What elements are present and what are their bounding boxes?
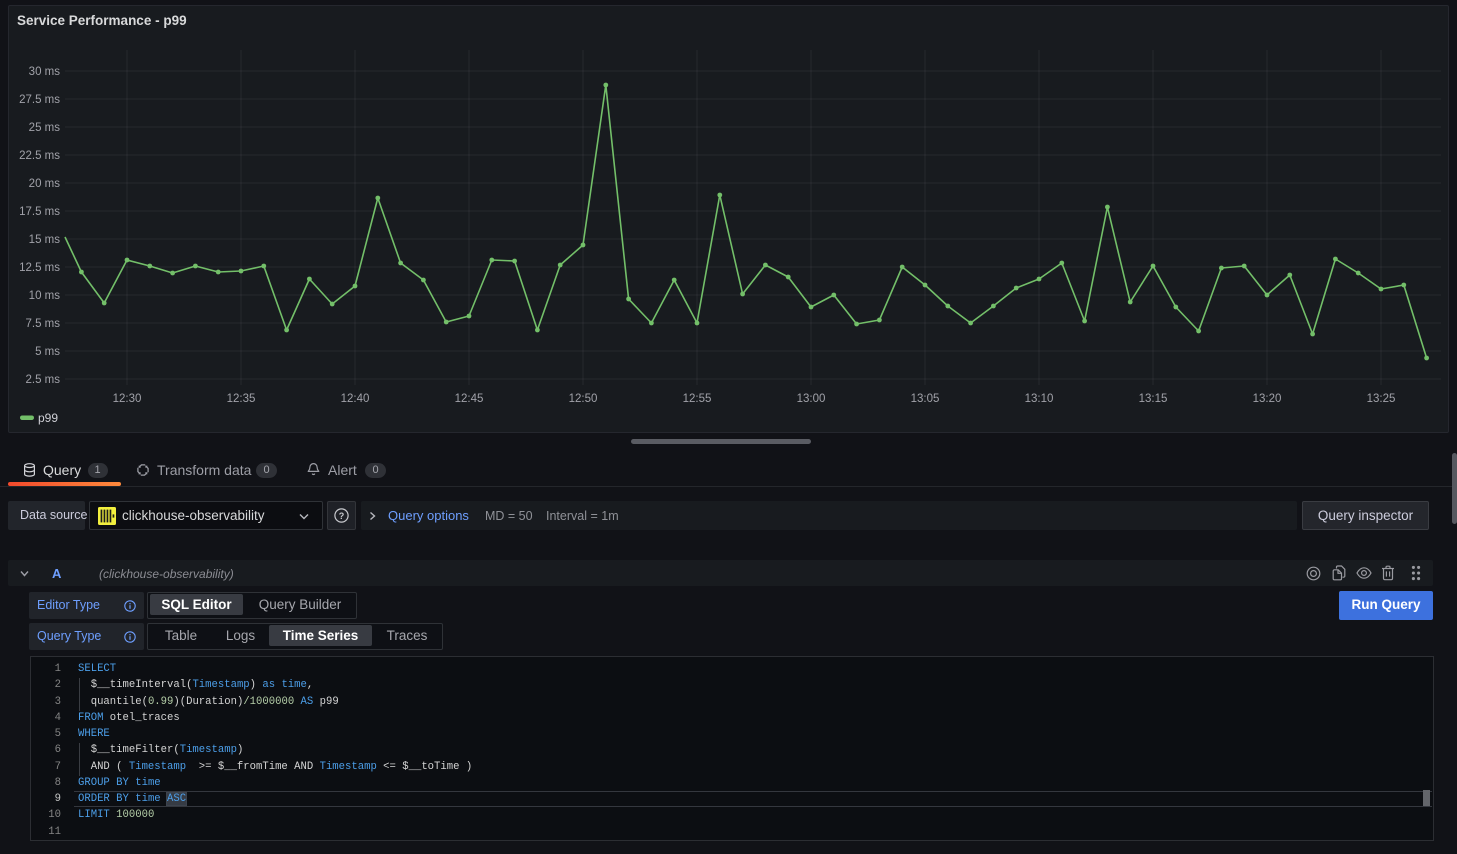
svg-text:10 ms: 10 ms [29,290,61,302]
svg-text:12:35: 12:35 [227,393,256,405]
svg-text:?: ? [339,511,345,521]
svg-text:12:45: 12:45 [455,393,484,405]
svg-text:25 ms: 25 ms [29,122,61,134]
svg-text:15 ms: 15 ms [29,234,61,246]
svg-text:7.5 ms: 7.5 ms [25,318,60,330]
svg-text:13:25: 13:25 [1367,393,1396,405]
svg-text:12.5 ms: 12.5 ms [19,262,60,274]
svg-text:20 ms: 20 ms [29,178,61,190]
svg-text:12:40: 12:40 [341,393,370,405]
svg-text:2.5 ms: 2.5 ms [25,374,60,386]
svg-text:13:10: 13:10 [1025,393,1054,405]
svg-text:13:15: 13:15 [1139,393,1168,405]
svg-text:13:00: 13:00 [797,393,826,405]
svg-text:17.5 ms: 17.5 ms [19,206,60,218]
svg-text:30 ms: 30 ms [29,66,61,78]
svg-text:5 ms: 5 ms [35,346,60,358]
svg-text:12:30: 12:30 [113,393,142,405]
svg-text:13:05: 13:05 [911,393,940,405]
svg-text:22.5 ms: 22.5 ms [19,150,60,162]
svg-text:12:55: 12:55 [683,393,712,405]
svg-text:12:50: 12:50 [569,393,598,405]
svg-text:p99: p99 [38,411,58,425]
svg-text:13:20: 13:20 [1253,393,1282,405]
svg-text:27.5 ms: 27.5 ms [19,94,60,106]
